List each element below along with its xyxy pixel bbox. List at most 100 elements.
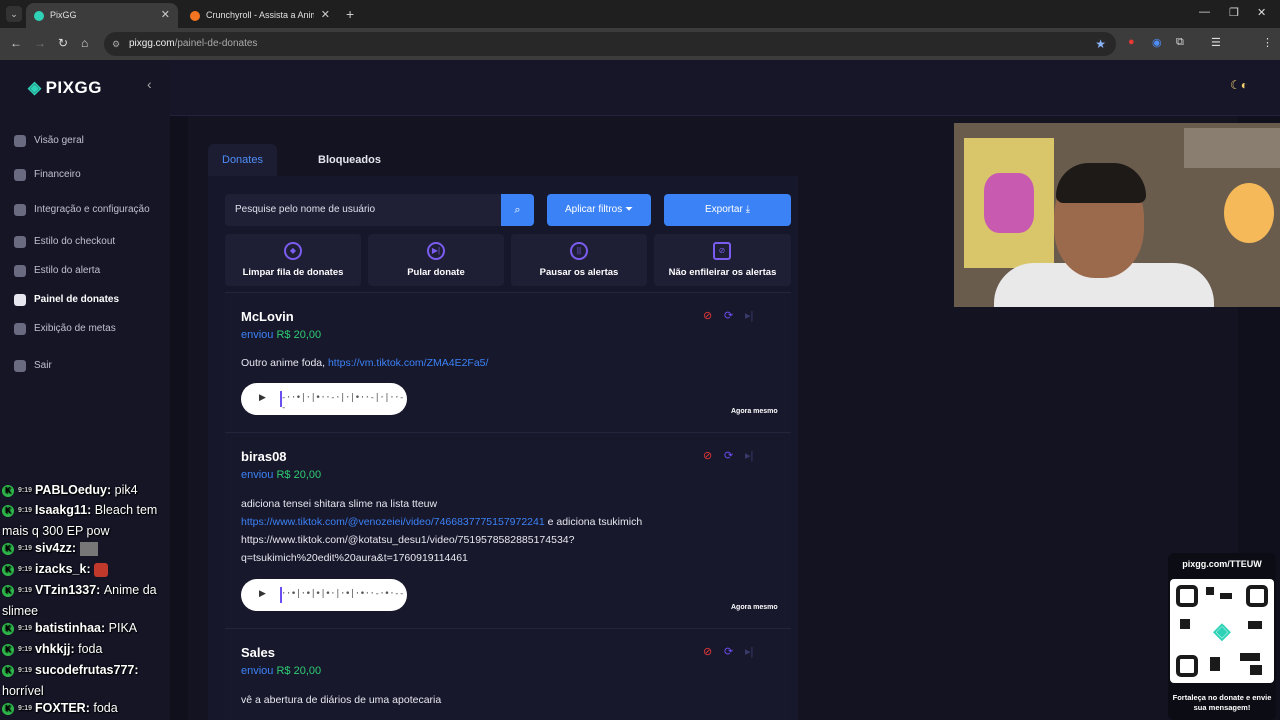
skip-icon[interactable]: ▸| bbox=[745, 309, 753, 322]
chat-message: K 9:19 izacks_k: bbox=[2, 559, 182, 580]
sidebar-item-sair[interactable]: Sair bbox=[14, 358, 52, 374]
card-actions: ⊘ ⟳ ▸| bbox=[703, 449, 773, 463]
chat-timestamp: 9:19 bbox=[18, 586, 33, 594]
browser-tab-pixgg[interactable]: PixGG ✕ bbox=[26, 3, 178, 28]
play-icon[interactable]: ▶ bbox=[259, 392, 266, 403]
close-tab-icon[interactable]: ✕ bbox=[161, 3, 170, 28]
logout-icon bbox=[14, 360, 26, 372]
clear-queue-button[interactable]: ◆ Limpar fila de donates bbox=[225, 234, 361, 286]
pause-alerts-button[interactable]: || Pausar os alertas bbox=[511, 234, 647, 286]
message-link[interactable]: https://vm.tiktok.com/ZMA4E2Fa5/ bbox=[328, 357, 488, 369]
close-tab-icon[interactable]: ✕ bbox=[321, 3, 330, 28]
sidebar-item-estilo-checkout[interactable]: Estilo do checkout bbox=[14, 234, 115, 250]
audio-player[interactable]: ▶ -··•|·|•··-·|·|•··-|·|··-- bbox=[241, 383, 407, 415]
chat-username: Isaakg11: bbox=[35, 503, 92, 517]
collapse-sidebar-icon[interactable]: ‹ bbox=[147, 76, 152, 92]
qr-module bbox=[1210, 657, 1220, 671]
sidebar-item-exibicao-metas[interactable]: Exibição de metas bbox=[14, 321, 116, 337]
sidebar-item-painel-donates[interactable]: Painel de donates bbox=[14, 292, 119, 308]
tab-bloqueados[interactable]: Bloqueados bbox=[304, 144, 395, 176]
waveform-icon[interactable]: -··•|·|•··-·|·|•··-|·|··-- bbox=[281, 393, 407, 413]
tabs: Donates Bloqueados bbox=[208, 144, 381, 176]
block-icon[interactable]: ⊘ bbox=[703, 645, 712, 658]
sidebar-item-label: Painel de donates bbox=[34, 294, 120, 305]
pixgg-logo-icon: ◈ bbox=[1213, 618, 1231, 643]
reload-icon[interactable]: ↻ bbox=[58, 36, 68, 50]
site-info-icon[interactable]: ⚙ bbox=[112, 32, 120, 56]
chat-username: VTzin1337: bbox=[35, 583, 101, 597]
kick-badge-icon: K bbox=[2, 622, 14, 635]
sent-prefix: enviou bbox=[241, 469, 274, 481]
address-bar[interactable]: ⚙ pixgg.com/painel-de-donates ★ bbox=[104, 32, 1116, 56]
export-button[interactable]: Exportar ⤓ bbox=[664, 194, 791, 226]
waveform-icon[interactable]: ··•|·•|•|•·|·•|·•··-·•·-- bbox=[281, 589, 404, 599]
chat-timestamp: 9:19 bbox=[18, 486, 33, 494]
menu-kebab-icon[interactable]: ⋮ bbox=[1262, 36, 1273, 49]
browser-tab-crunchyroll[interactable]: Crunchyroll - Assista a Animes ✕ bbox=[182, 3, 338, 28]
donor-name: biras08 bbox=[241, 449, 287, 464]
back-icon[interactable]: ← bbox=[10, 36, 22, 50]
browser-toolbar: ← → ↻ ⌂ ⚙ pixgg.com/painel-de-donates ★ … bbox=[0, 28, 1280, 79]
extensions-puzzle-icon[interactable]: ⧉ bbox=[1176, 36, 1184, 49]
sidebar-item-estilo-alerta[interactable]: Estilo do alerta bbox=[14, 263, 100, 279]
message-line: adiciona tensei shitara slime na lista t… bbox=[241, 498, 438, 510]
webcam-overlay bbox=[954, 123, 1280, 307]
pixgg-logo[interactable]: ◈ PIXGG bbox=[28, 78, 102, 98]
sent-prefix: enviou bbox=[241, 665, 274, 677]
new-tab-icon[interactable]: + bbox=[346, 6, 354, 22]
replay-icon[interactable]: ⟳ bbox=[724, 645, 733, 658]
card-actions: ⊘ ⟳ ▸| bbox=[703, 309, 773, 323]
stream-chat-overlay: K 9:19 PABLOeduy: pik4 K 9:19 Isaakg11: Blea… bbox=[0, 480, 185, 720]
skip-icon[interactable]: ▸| bbox=[745, 449, 753, 462]
chat-message: K 9:19 VTzin1337: Anime da slimee bbox=[2, 580, 182, 621]
replay-icon[interactable]: ⟳ bbox=[724, 449, 733, 462]
chat-timestamp: 9:19 bbox=[18, 704, 33, 712]
skip-donate-button[interactable]: ▶| Pular donate bbox=[368, 234, 504, 286]
crunchyroll-favicon-icon bbox=[190, 11, 200, 21]
message-link[interactable]: https://www.tiktok.com/@venozeiei/video/… bbox=[241, 516, 545, 528]
sidebar-item-financeiro[interactable]: Financeiro bbox=[14, 167, 81, 183]
forward-icon[interactable]: → bbox=[34, 36, 46, 50]
chat-message: K 9:19 FOXTER: foda bbox=[2, 698, 182, 719]
pause-icon: || bbox=[570, 242, 588, 260]
home-icon[interactable]: ⌂ bbox=[81, 36, 88, 50]
skip-icon[interactable]: ▸| bbox=[745, 645, 753, 658]
tab-donates[interactable]: Donates bbox=[208, 144, 277, 176]
chat-timestamp: 9:19 bbox=[18, 624, 33, 632]
palette-icon bbox=[14, 265, 26, 277]
tab-search-icon[interactable]: ⌄ bbox=[6, 6, 22, 22]
sidebar-item-label: Estilo do checkout bbox=[34, 236, 116, 247]
browser-tabbar: ⌄ PixGG ✕ Crunchyroll - Assista a Animes… bbox=[0, 0, 1280, 28]
sidebar-item-label: Financeiro bbox=[34, 169, 81, 180]
chat-username: vhkkjj: bbox=[35, 642, 75, 656]
search-input[interactable]: Pesquise pelo nome de usuário bbox=[225, 194, 503, 226]
message-line: https://www.tiktok.com/@venozeiei/video/… bbox=[241, 513, 711, 531]
donation-message: adiciona tensei shitara slime na lista t… bbox=[241, 495, 711, 567]
media-icon[interactable]: ☰ bbox=[1211, 36, 1221, 49]
chat-username: sucodefrutas777: bbox=[35, 663, 139, 677]
window-close-icon[interactable]: ✕ bbox=[1257, 6, 1266, 19]
tab-title: Crunchyroll - Assista a Animes bbox=[206, 10, 314, 20]
play-icon[interactable]: ▶ bbox=[259, 588, 266, 599]
sent-prefix: enviou bbox=[241, 329, 274, 341]
no-queue-alerts-button[interactable]: ⊘ Não enfileirar os alertas bbox=[654, 234, 791, 286]
restore-icon[interactable]: ❐ bbox=[1229, 6, 1239, 19]
extension-icon[interactable]: ● bbox=[1128, 36, 1135, 48]
sidebar-item-integracao[interactable]: Integração e configuração bbox=[14, 202, 150, 218]
apply-filters-button[interactable]: Aplicar filtros ⏷ bbox=[547, 194, 651, 226]
search-button[interactable]: ⌕ bbox=[501, 194, 534, 226]
qr-title: pixgg.com/TTEUW bbox=[1182, 559, 1262, 569]
webcam-lamp bbox=[1224, 183, 1274, 243]
audio-player[interactable]: ▶ ··•|·•|•|•·|·•|·•··-·•·-- bbox=[241, 579, 407, 611]
donate-icon bbox=[14, 294, 26, 306]
extension-audio-icon[interactable]: ◉ bbox=[1152, 36, 1162, 49]
kick-badge-icon: K bbox=[2, 542, 14, 555]
replay-icon[interactable]: ⟳ bbox=[724, 309, 733, 322]
bookmark-star-icon[interactable]: ★ bbox=[1095, 32, 1106, 56]
block-icon[interactable]: ⊘ bbox=[703, 309, 712, 322]
minimize-icon[interactable]: — bbox=[1199, 6, 1210, 18]
donation-card: biras08 enviou R$ 20,00 ⊘ ⟳ ▸| adiciona … bbox=[225, 432, 791, 628]
sidebar-item-visao-geral[interactable]: Visão geral bbox=[14, 133, 84, 149]
block-icon[interactable]: ⊘ bbox=[703, 449, 712, 462]
theme-toggle-icon[interactable]: ☾◐ bbox=[1230, 78, 1248, 92]
